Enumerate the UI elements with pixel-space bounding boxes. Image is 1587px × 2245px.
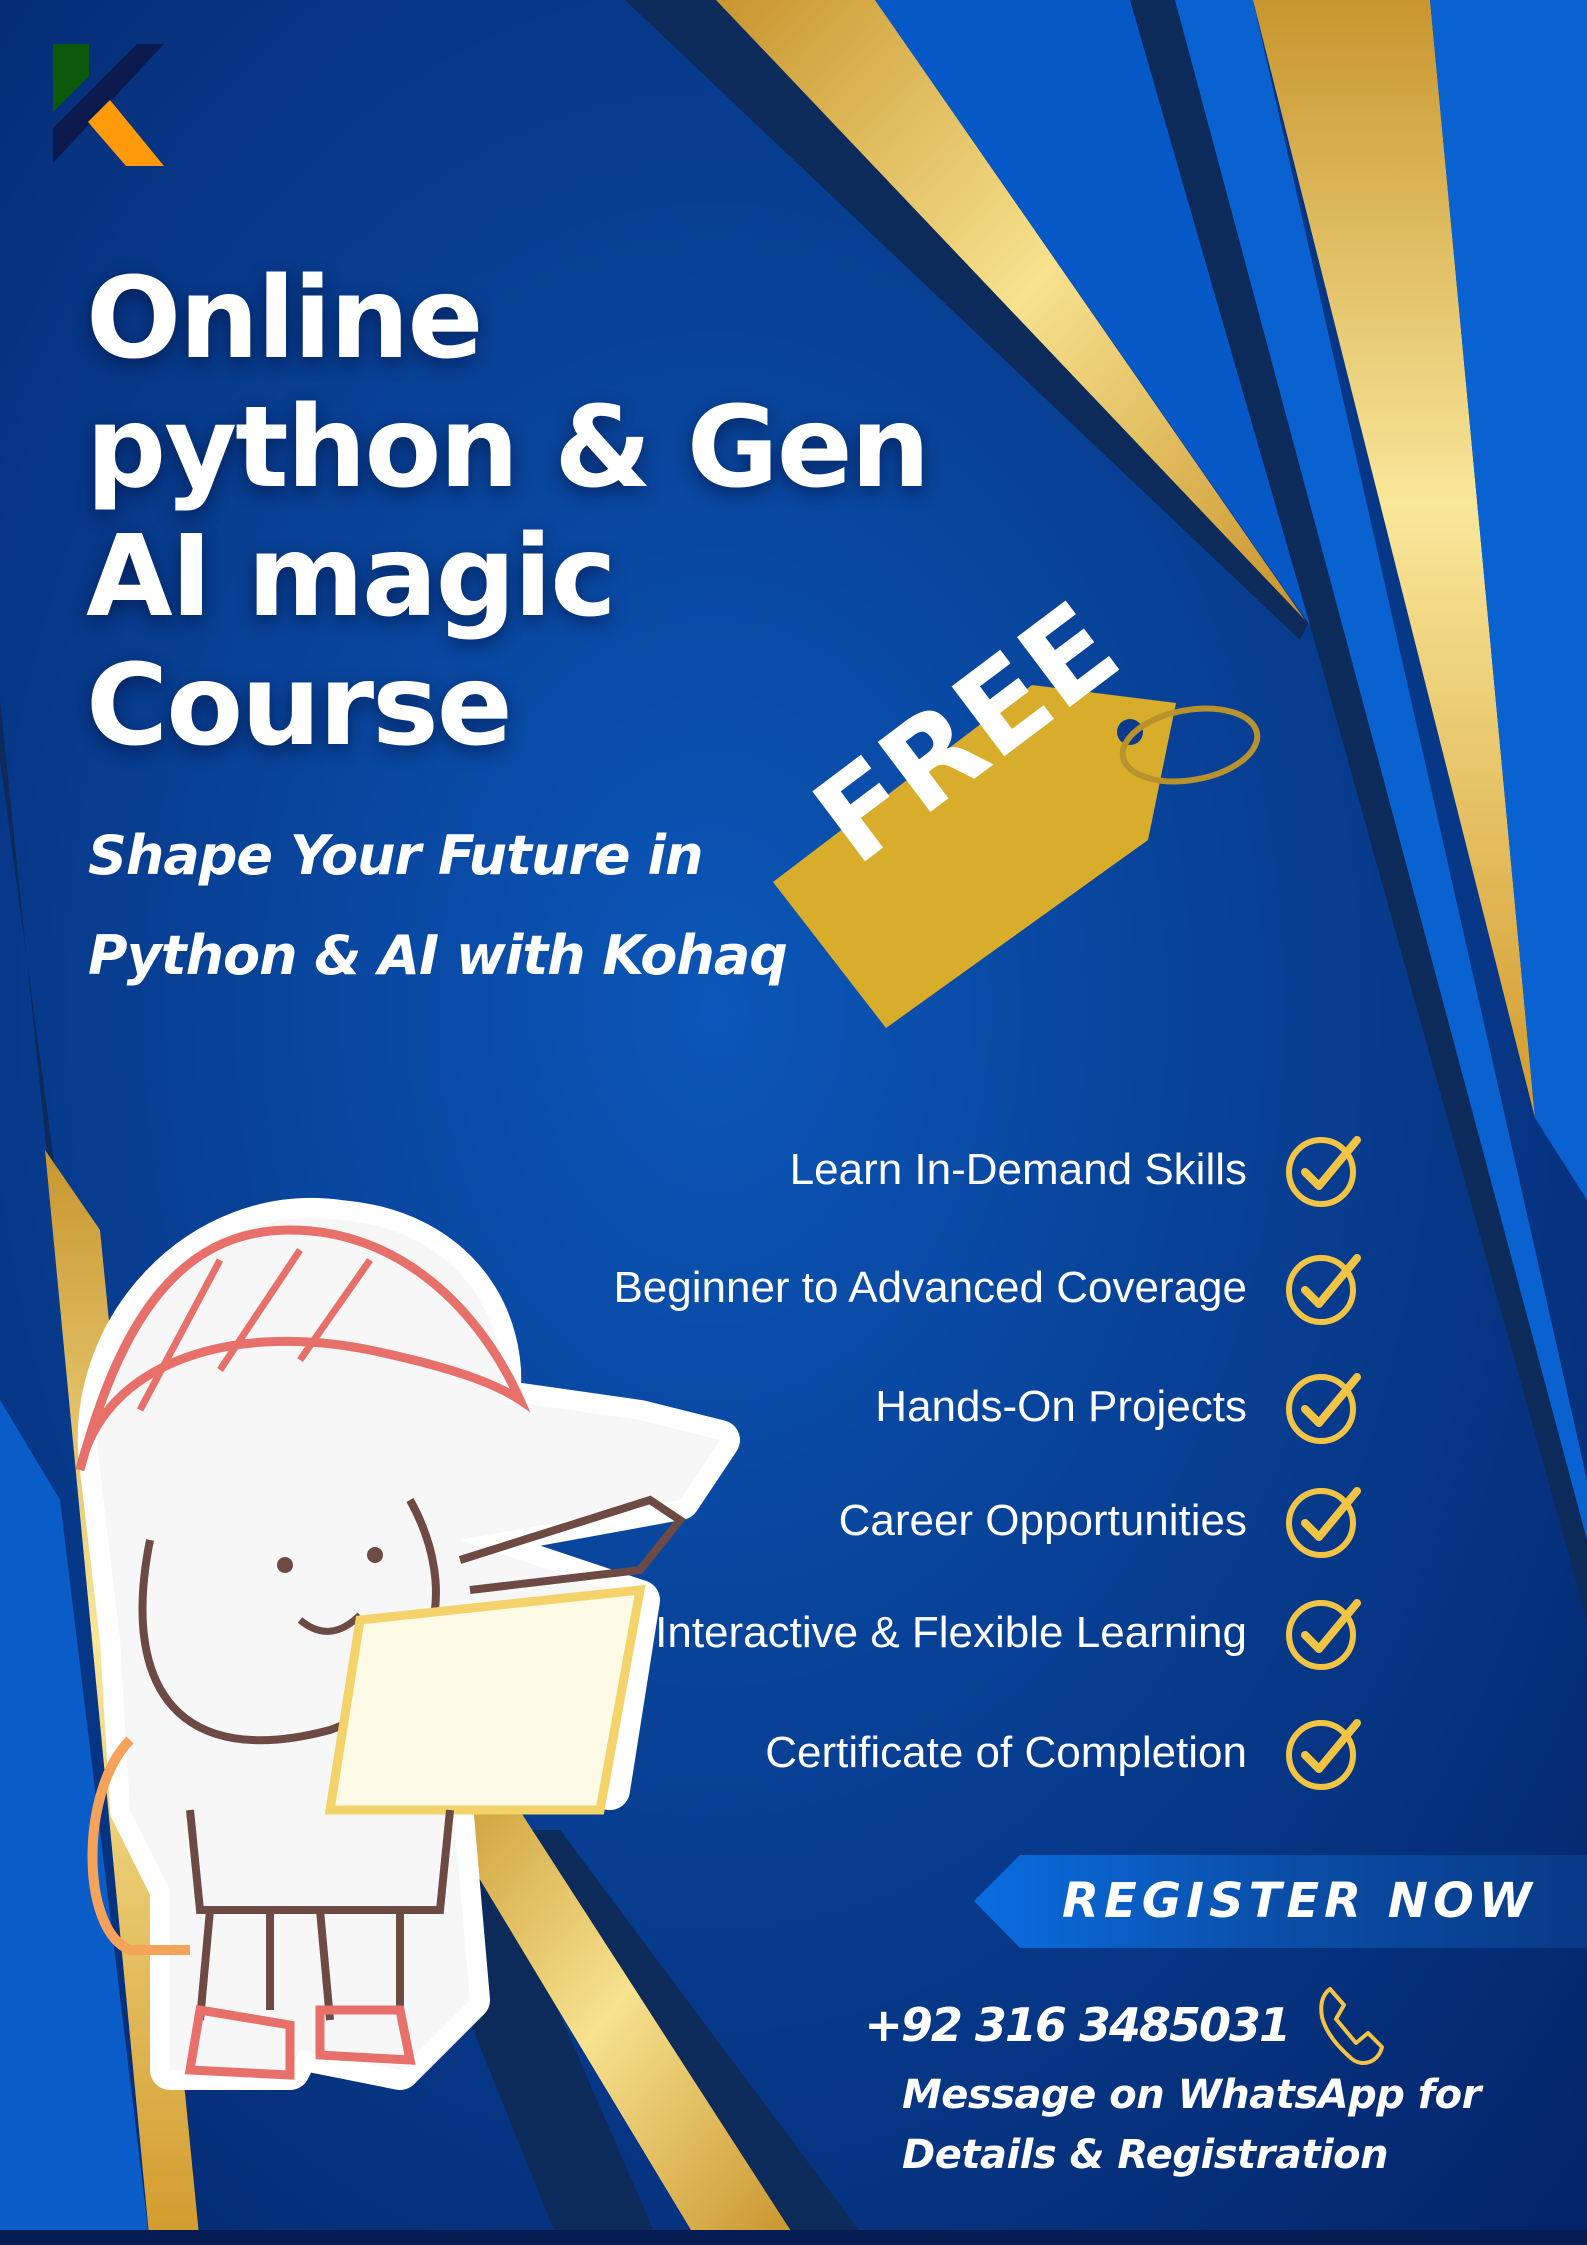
child-explorer-illustration	[75, 1198, 740, 2090]
register-now-label: REGISTER NOW	[1062, 1873, 1537, 1929]
feature-item: Interactive & Flexible Learning	[655, 1593, 1363, 1673]
feature-item: Career Opportunities	[839, 1481, 1363, 1561]
subtitle-line: Shape Your Future in	[88, 824, 703, 887]
title-line: AI magic	[86, 512, 617, 642]
check-circle-icon	[1286, 1599, 1361, 1670]
check-circle-icon	[1286, 1373, 1361, 1444]
feature-item: Learn In-Demand Skills	[790, 1130, 1363, 1210]
feature-label: Hands-On Projects	[875, 1382, 1247, 1431]
check-circle-icon	[1286, 1254, 1361, 1325]
title-line: python & Gen	[86, 383, 930, 513]
title-line: Online	[86, 254, 483, 384]
check-circle-icon	[1286, 1719, 1361, 1790]
feature-item: Hands-On Projects	[875, 1367, 1363, 1447]
phone-number[interactable]: +92 316 3485031	[864, 1998, 1291, 2052]
register-now-button[interactable]: REGISTER NOW	[974, 1855, 1587, 1948]
feature-label: Learn In-Demand Skills	[789, 1145, 1247, 1194]
feature-label: Certificate of Completion	[765, 1728, 1247, 1777]
message-line: Details & Registration	[902, 2132, 1389, 2178]
message-line: Message on WhatsApp for	[902, 2072, 1481, 2118]
feature-label: Interactive & Flexible Learning	[655, 1608, 1247, 1657]
subtitle-line: Python & AI with Kohaq	[88, 924, 788, 987]
whatsapp-message: Message on WhatsApp for Details & Regist…	[902, 2065, 1481, 2185]
check-circle-icon	[1286, 1136, 1361, 1207]
check-circle-icon	[1286, 1487, 1361, 1558]
feature-item: Certificate of Completion	[765, 1713, 1363, 1793]
feature-label: Career Opportunities	[838, 1496, 1247, 1545]
phone-icon	[1319, 1987, 1384, 2065]
subtitle: Shape Your Future in Python & AI with Ko…	[88, 806, 788, 1006]
kohaq-logo	[53, 44, 164, 166]
